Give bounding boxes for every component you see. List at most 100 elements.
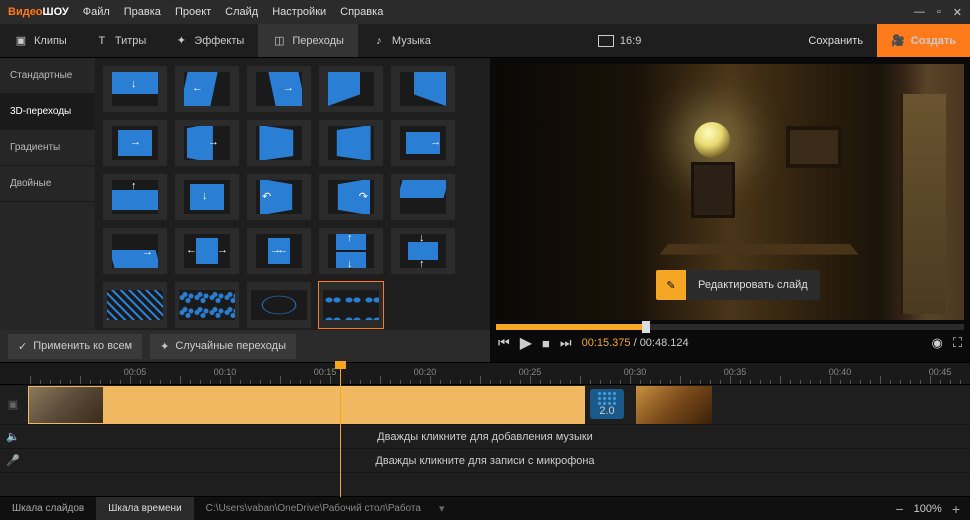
transition-thumb[interactable] bbox=[247, 120, 311, 166]
transitions-icon: ◫ bbox=[272, 34, 286, 48]
transition-thumb[interactable]: → bbox=[391, 120, 455, 166]
transition-thumb[interactable]: → bbox=[103, 120, 167, 166]
transition-thumb[interactable] bbox=[391, 66, 455, 112]
clip-thumbnail bbox=[29, 387, 103, 423]
effects-icon: ✦ bbox=[174, 34, 188, 48]
playhead[interactable] bbox=[340, 363, 341, 497]
tab-titles[interactable]: TТитры bbox=[81, 24, 160, 57]
aspect-ratio[interactable]: 16:9 bbox=[586, 24, 653, 57]
transition-thumb[interactable] bbox=[175, 282, 239, 328]
view-slides-button[interactable]: Шкала слайдов bbox=[0, 497, 96, 520]
transition-clip[interactable]: 2.0 bbox=[590, 389, 624, 419]
transition-thumb[interactable]: ↑ bbox=[103, 174, 167, 220]
music-track-hint[interactable]: 🔈 Дважды кликните для добавления музыки bbox=[0, 425, 970, 449]
play-button[interactable]: ▶ bbox=[520, 333, 532, 353]
playback-controls: ⏮ ▶ ■ ⏭ 00:15.375 / 00:48.124 ◉ ⛶ bbox=[496, 330, 964, 356]
app-logo: ВидеоШОУ bbox=[8, 6, 69, 18]
stop-button[interactable]: ■ bbox=[542, 336, 550, 351]
music-icon: ♪ bbox=[372, 34, 386, 48]
random-button[interactable]: ✦Случайные переходы bbox=[150, 334, 296, 359]
cat-standard[interactable]: Стандартные bbox=[0, 58, 95, 94]
menu-project[interactable]: Проект bbox=[175, 6, 211, 18]
cat-double[interactable]: Двойные bbox=[0, 166, 95, 202]
snapshot-button[interactable]: ◉ bbox=[932, 335, 943, 351]
transition-thumb[interactable]: ↓ bbox=[103, 66, 167, 112]
transition-thumb[interactable]: ↓ bbox=[175, 174, 239, 220]
tab-clips[interactable]: ▣Клипы bbox=[0, 24, 81, 57]
seek-handle[interactable] bbox=[642, 321, 650, 333]
transitions-grid: ↓ ← → → → → ↑ ↓ ↶ ↷ bbox=[95, 58, 490, 330]
transition-thumb[interactable] bbox=[391, 174, 455, 220]
close-icon[interactable]: ✕ bbox=[953, 6, 962, 19]
transition-thumb[interactable]: →← bbox=[247, 228, 311, 274]
ratio-icon bbox=[598, 35, 614, 47]
next-button[interactable]: ⏭ bbox=[560, 335, 572, 351]
transition-thumb[interactable] bbox=[103, 282, 167, 328]
tab-music[interactable]: ♪Музыка bbox=[358, 24, 445, 57]
transition-thumb[interactable] bbox=[247, 282, 311, 328]
transition-thumb[interactable]: ←→ bbox=[175, 228, 239, 274]
menu-file[interactable]: Файл bbox=[83, 6, 110, 18]
clips-icon: ▣ bbox=[14, 34, 28, 48]
wand-icon: ✦ bbox=[160, 340, 169, 353]
zoom-level: 100% bbox=[914, 503, 942, 515]
zoom-in-button[interactable]: + bbox=[952, 501, 960, 517]
check-icon: ✓ bbox=[18, 340, 27, 353]
video-track[interactable]: ▣ 2.0 bbox=[0, 385, 970, 425]
apply-all-button[interactable]: ✓Применить ко всем bbox=[8, 334, 142, 359]
transition-thumb[interactable]: ↶ bbox=[247, 174, 311, 220]
timeline-clip[interactable] bbox=[28, 386, 585, 424]
cat-gradients[interactable]: Градиенты bbox=[0, 130, 95, 166]
maximize-icon[interactable]: ▫ bbox=[937, 6, 941, 19]
menu-help[interactable]: Справка bbox=[340, 6, 383, 18]
audio-track-icon: 🔈 bbox=[6, 430, 20, 443]
pencil-icon: ✎ bbox=[656, 270, 686, 300]
minimize-icon[interactable]: — bbox=[914, 6, 925, 19]
project-path: C:\Users\vaban\OneDrive\Рабочий стол\Раб… bbox=[194, 503, 433, 514]
main-area: Стандартные 3D-переходы Градиенты Двойны… bbox=[0, 58, 970, 362]
titles-icon: T bbox=[95, 34, 109, 48]
window-controls: — ▫ ✕ bbox=[914, 6, 962, 19]
transition-thumb[interactable]: ↓↑ bbox=[391, 228, 455, 274]
save-button[interactable]: Сохранить bbox=[794, 24, 877, 57]
mic-track-hint[interactable]: 🎤 Дважды кликните для записи с микрофона bbox=[0, 449, 970, 473]
zoom-out-button[interactable]: − bbox=[895, 501, 903, 517]
mic-track-icon: 🎤 bbox=[6, 454, 20, 467]
menubar: ВидеоШОУ Файл Правка Проект Слайд Настро… bbox=[0, 0, 970, 24]
main-tabs: ▣Клипы TТитры ✦Эффекты ◫Переходы ♪Музыка… bbox=[0, 24, 970, 58]
timeline: 00:0500:1000:1500:2000:2500:3000:3500:40… bbox=[0, 362, 970, 496]
edit-slide-label: Редактировать слайд bbox=[686, 279, 820, 291]
transition-thumb[interactable]: ← bbox=[175, 66, 239, 112]
camera-icon: 🎥 bbox=[891, 34, 905, 47]
preview-viewport[interactable]: ✎ Редактировать слайд bbox=[496, 64, 964, 320]
prev-button[interactable]: ⏮ bbox=[498, 335, 510, 351]
statusbar: Шкала слайдов Шкала времени C:\Users\vab… bbox=[0, 496, 970, 520]
menu-edit[interactable]: Правка bbox=[124, 6, 161, 18]
cat-3d[interactable]: 3D-переходы bbox=[0, 94, 95, 130]
transition-thumb-selected[interactable] bbox=[319, 282, 383, 328]
video-track-icon: ▣ bbox=[0, 398, 26, 411]
transition-thumb[interactable] bbox=[319, 120, 383, 166]
edit-slide-button[interactable]: ✎ Редактировать слайд bbox=[656, 270, 820, 300]
fullscreen-button[interactable]: ⛶ bbox=[953, 335, 962, 351]
path-dropdown-icon[interactable]: ▾ bbox=[439, 502, 445, 515]
category-list: Стандартные 3D-переходы Градиенты Двойны… bbox=[0, 58, 95, 330]
menu-settings[interactable]: Настройки bbox=[272, 6, 326, 18]
preview-panel: ✎ Редактировать слайд ⏮ ▶ ■ ⏭ 00:15.375 … bbox=[490, 58, 970, 362]
time-ruler[interactable]: 00:0500:1000:1500:2000:2500:3000:3500:40… bbox=[0, 363, 970, 385]
tab-effects[interactable]: ✦Эффекты bbox=[160, 24, 258, 57]
transition-thumb[interactable] bbox=[319, 66, 383, 112]
transition-thumb[interactable]: ↷ bbox=[319, 174, 383, 220]
panel-actions: ✓Применить ко всем ✦Случайные переходы bbox=[0, 330, 490, 362]
view-timeline-button[interactable]: Шкала времени bbox=[96, 497, 193, 520]
menu-slide[interactable]: Слайд bbox=[225, 6, 258, 18]
tab-transitions[interactable]: ◫Переходы bbox=[258, 24, 358, 57]
transitions-panel: Стандартные 3D-переходы Градиенты Двойны… bbox=[0, 58, 490, 362]
transition-thumb[interactable]: → bbox=[103, 228, 167, 274]
transition-thumb[interactable]: → bbox=[175, 120, 239, 166]
create-button[interactable]: 🎥Создать bbox=[877, 24, 970, 57]
seek-bar[interactable] bbox=[496, 324, 964, 330]
timeline-clip[interactable] bbox=[636, 386, 712, 424]
transition-thumb[interactable]: → bbox=[247, 66, 311, 112]
transition-thumb[interactable]: ↑↓ bbox=[319, 228, 383, 274]
